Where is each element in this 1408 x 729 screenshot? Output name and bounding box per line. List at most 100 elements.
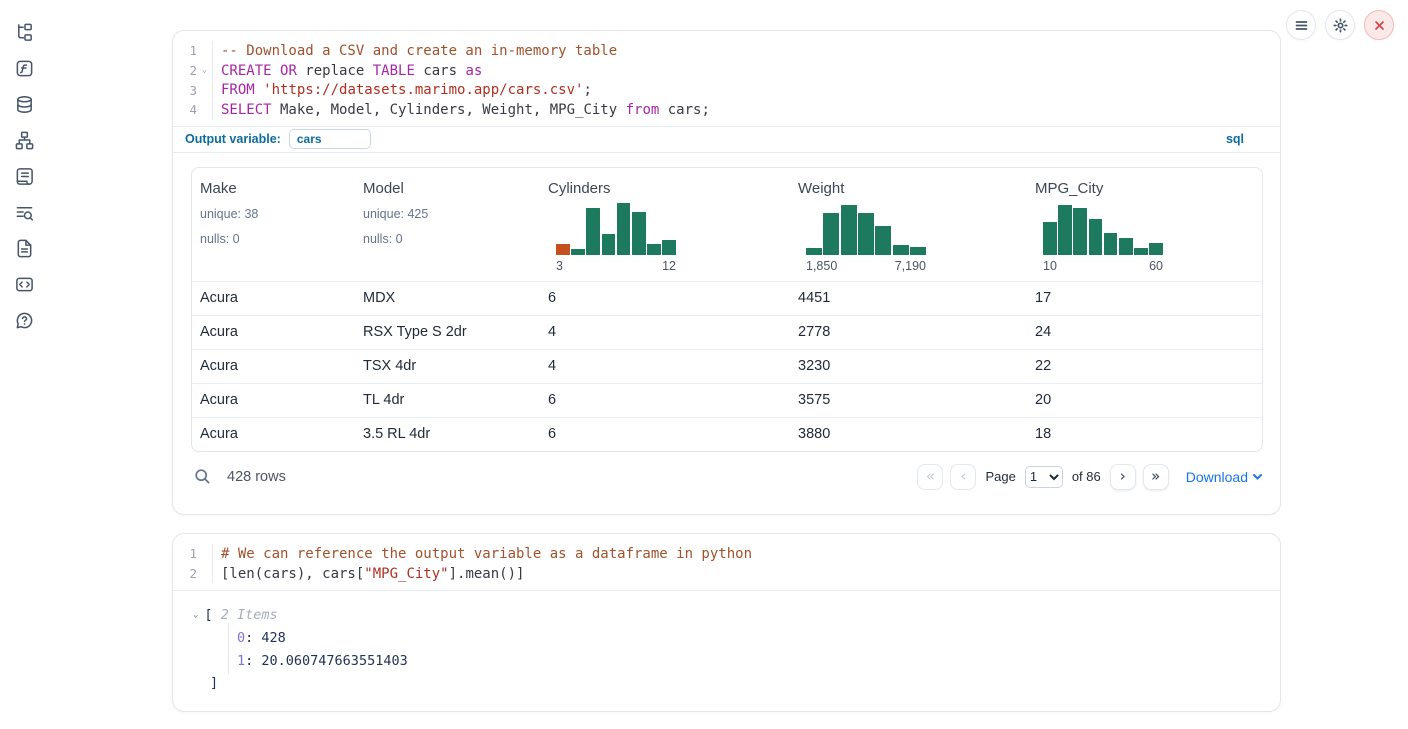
file-explorer-icon[interactable] bbox=[14, 22, 34, 42]
sql-code-editor[interactable]: 1-- Download a CSV and create an in-memo… bbox=[173, 31, 1280, 120]
table-body: AcuraMDX6445117AcuraRSX Type S 2dr427782… bbox=[192, 281, 1262, 451]
snippets-icon[interactable] bbox=[14, 202, 34, 222]
table-cell: Acura bbox=[192, 350, 355, 383]
histogram-bar bbox=[875, 226, 891, 255]
table-cell: 3880 bbox=[790, 418, 1027, 451]
column-header-mpg_city[interactable]: MPG_City1060 bbox=[1027, 168, 1262, 281]
column-label: Model bbox=[363, 180, 532, 197]
histogram-bars bbox=[556, 203, 676, 255]
histogram-axis: 312 bbox=[556, 259, 676, 273]
axis-max-label: 60 bbox=[1149, 259, 1163, 273]
column-header-weight[interactable]: Weight1,8507,190 bbox=[790, 168, 1027, 281]
table-row[interactable]: AcuraTL 4dr6357520 bbox=[192, 383, 1262, 417]
token: FROM bbox=[221, 82, 255, 98]
line-number: 2 bbox=[173, 566, 197, 581]
table-cell: 4451 bbox=[790, 282, 1027, 315]
entry-index: 0 bbox=[237, 630, 245, 646]
token: SELECT bbox=[221, 102, 272, 118]
histogram-bars bbox=[1043, 203, 1163, 255]
code-text: [len(cars), cars["MPG_City"].mean()] bbox=[213, 566, 524, 582]
token: TABLE bbox=[373, 63, 415, 79]
first-page-button[interactable]: « bbox=[917, 464, 943, 490]
token: OR bbox=[280, 63, 297, 79]
settings-gear-button[interactable] bbox=[1325, 10, 1355, 40]
list-entry: 0: 428 bbox=[237, 627, 1260, 650]
histogram-bar bbox=[662, 240, 676, 255]
column-label: Cylinders bbox=[548, 180, 782, 197]
token: "MPG_City" bbox=[364, 566, 448, 582]
notebook-controls bbox=[1286, 10, 1394, 40]
table-cell: 20 bbox=[1027, 384, 1262, 417]
table-row[interactable]: AcuraTSX 4dr4323022 bbox=[192, 349, 1262, 383]
fold-spacer bbox=[197, 544, 213, 564]
column-header-model[interactable]: Modelunique: 425nulls: 0 bbox=[355, 168, 540, 281]
scratchpad-icon[interactable] bbox=[14, 274, 34, 294]
column-header-cylinders[interactable]: Cylinders 312 bbox=[540, 168, 790, 281]
output-variable-label: Output variable: bbox=[185, 132, 281, 146]
table-cell: 6 bbox=[540, 418, 790, 451]
axis-max-label: 7,190 bbox=[895, 259, 926, 273]
table-cell: 6 bbox=[540, 384, 790, 417]
table-cell: 4 bbox=[540, 316, 790, 349]
data-sources-icon[interactable] bbox=[14, 94, 34, 114]
table-row[interactable]: AcuraRSX Type S 2dr4277824 bbox=[192, 315, 1262, 349]
help-icon[interactable] bbox=[14, 310, 34, 330]
token: ; bbox=[583, 82, 591, 98]
table-cell: 3575 bbox=[790, 384, 1027, 417]
next-page-button[interactable]: › bbox=[1110, 464, 1136, 490]
token bbox=[255, 82, 263, 98]
line-number: 3 bbox=[173, 83, 197, 98]
dependency-graph-icon[interactable] bbox=[14, 130, 34, 150]
last-page-button[interactable]: » bbox=[1143, 464, 1169, 490]
search-icon[interactable] bbox=[191, 466, 213, 488]
histogram-bar bbox=[1134, 248, 1148, 255]
histogram-bar bbox=[823, 213, 839, 255]
list-entries: 0: 4281: 20.060747663551403 bbox=[228, 623, 1260, 674]
table-cell: 6 bbox=[540, 282, 790, 315]
python-output: ⌄ [ 2 Items 0: 4281: 20.060747663551403 … bbox=[173, 591, 1280, 693]
row-count: 428 rows bbox=[227, 469, 286, 485]
table-cell: Acura bbox=[192, 282, 355, 315]
documentation-icon[interactable] bbox=[14, 238, 34, 258]
shutdown-close-button[interactable] bbox=[1364, 10, 1394, 40]
code-line: 1-- Download a CSV and create an in-memo… bbox=[173, 41, 1280, 61]
variables-icon[interactable] bbox=[14, 58, 34, 78]
table-cell: 4 bbox=[540, 350, 790, 383]
column-header-make[interactable]: Makeunique: 38nulls: 0 bbox=[192, 168, 355, 281]
logs-icon[interactable] bbox=[14, 166, 34, 186]
items-count-label: 2 Items bbox=[221, 607, 278, 623]
token: [len(cars), cars[ bbox=[221, 566, 364, 582]
python-code-editor[interactable]: 1# We can reference the output variable … bbox=[173, 534, 1280, 583]
table-cell: 17 bbox=[1027, 282, 1262, 315]
open-bracket: [ bbox=[204, 607, 212, 623]
table-cell: 24 bbox=[1027, 316, 1262, 349]
menu-button[interactable] bbox=[1286, 10, 1316, 40]
table-row[interactable]: AcuraMDX6445117 bbox=[192, 281, 1262, 315]
table-cell: Acura bbox=[192, 418, 355, 451]
table-row[interactable]: Acura3.5 RL 4dr6388018 bbox=[192, 417, 1262, 451]
table-cell: TL 4dr bbox=[355, 384, 540, 417]
code-text: # We can reference the output variable a… bbox=[213, 546, 752, 562]
table-cell: 3230 bbox=[790, 350, 1027, 383]
table-cell: Acura bbox=[192, 384, 355, 417]
histogram-bar bbox=[841, 205, 857, 255]
axis-max-label: 12 bbox=[662, 259, 676, 273]
table-cell: RSX Type S 2dr bbox=[355, 316, 540, 349]
result-table: Makeunique: 38nulls: 0Modelunique: 425nu… bbox=[191, 167, 1263, 452]
table-cell: MDX bbox=[355, 282, 540, 315]
histogram-bar bbox=[858, 213, 874, 255]
histogram-bar bbox=[617, 203, 631, 255]
histogram-bar bbox=[1104, 233, 1118, 255]
output-variable-input[interactable] bbox=[289, 129, 371, 149]
page-select[interactable]: 1 bbox=[1025, 466, 1063, 488]
histogram-bar bbox=[1073, 208, 1087, 255]
histogram-bar bbox=[1089, 219, 1103, 255]
histogram-bar bbox=[602, 234, 616, 255]
page-total-label: of 86 bbox=[1072, 469, 1101, 484]
previous-page-button[interactable]: ‹ bbox=[950, 464, 976, 490]
collapse-chevron-icon[interactable]: ⌄ bbox=[193, 610, 198, 620]
download-button[interactable]: Download bbox=[1186, 469, 1263, 485]
code-text: -- Download a CSV and create an in-memor… bbox=[213, 43, 617, 59]
histogram-bar bbox=[1149, 243, 1163, 255]
fold-chevron-icon[interactable]: ⌄ bbox=[197, 61, 213, 81]
